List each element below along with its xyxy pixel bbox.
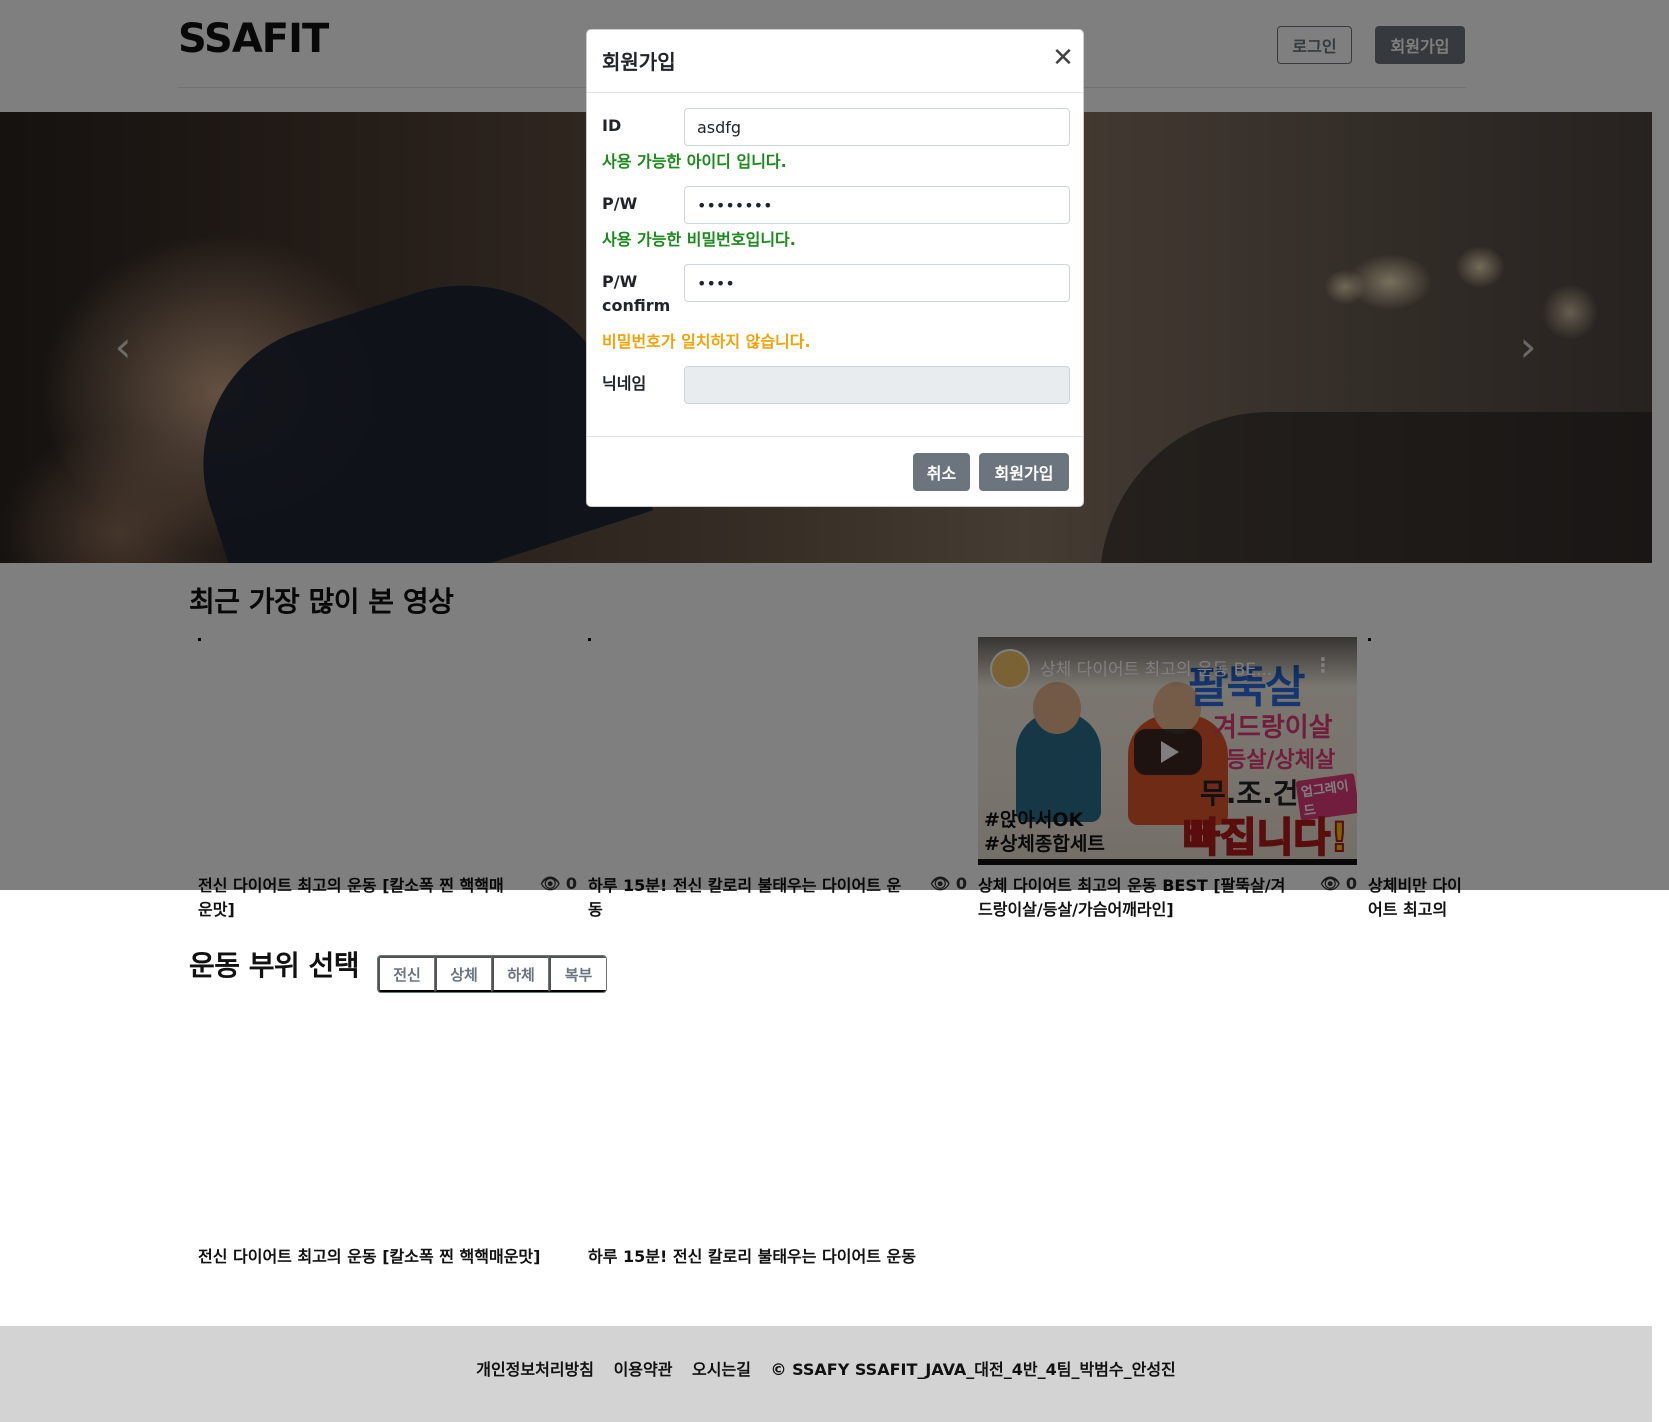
nickname-label: 닉네임 (602, 374, 647, 393)
password-input[interactable] (684, 186, 1070, 224)
id-valid-message: 사용 가능한 아이디 입니다. (602, 152, 787, 171)
password-valid-message: 사용 가능한 비밀번호입니다. (602, 230, 796, 249)
part-select-title: 운동 부위 선택 (189, 949, 360, 982)
modal-header: 회원가입 ✕ (587, 30, 1083, 93)
footer: 개인정보처리방침 이용약관 오시는길 © SSAFY SSAFIT_JAVA_대… (0, 1326, 1652, 1422)
part-tabs: 전신 상체 하체 복부 (377, 955, 607, 993)
tab-upper-body[interactable]: 상체 (435, 956, 492, 992)
video-card-title[interactable]: 하루 15분! 전신 칼로리 불태우는 다이어트 운동 (588, 1245, 964, 1269)
footer-terms-link[interactable]: 이용약관 (614, 1360, 673, 1379)
nickname-input[interactable] (684, 366, 1070, 404)
password-confirm-label: P/W confirm (602, 270, 670, 318)
video-card-title[interactable]: 전신 다이어트 최고의 운동 [칼소폭 찐 핵핵매운맛] (198, 1245, 546, 1269)
password-mismatch-message: 비밀번호가 일치하지 않습니다. (602, 332, 811, 351)
password-confirm-label-line2: confirm (602, 296, 671, 315)
modal-title: 회원가입 (602, 50, 676, 74)
signup-modal: 회원가입 ✕ ID 사용 가능한 아이디 입니다. P/W 사용 가능한 비밀번… (586, 29, 1084, 507)
tab-abdomen[interactable]: 복부 (549, 956, 606, 992)
cancel-button[interactable]: 취소 (913, 453, 970, 491)
id-input[interactable] (684, 108, 1070, 146)
password-confirm-label-line1: P/W (602, 272, 638, 291)
footer-copyright: © SSAFY SSAFIT_JAVA_대전_4반_4팀_박범수_안성진 (770, 1360, 1176, 1379)
modal-footer: 취소 회원가입 (587, 436, 1083, 508)
footer-privacy-link[interactable]: 개인정보처리방침 (476, 1360, 594, 1379)
password-label: P/W (602, 194, 638, 213)
tab-whole-body[interactable]: 전신 (378, 956, 435, 992)
submit-signup-button[interactable]: 회원가입 (979, 453, 1069, 491)
tab-lower-body[interactable]: 하체 (492, 956, 549, 992)
footer-links: 개인정보처리방침 이용약관 오시는길 © SSAFY SSAFIT_JAVA_대… (0, 1356, 1652, 1380)
page: SSAFIT 로그인 회원가입 ‹ › 최근 가장 많이 본 영상 팔뚝살 겨드… (0, 0, 1669, 1422)
id-label: ID (602, 116, 622, 135)
close-icon[interactable]: ✕ (1049, 44, 1077, 72)
password-confirm-input[interactable] (684, 264, 1070, 302)
footer-directions-link[interactable]: 오시는길 (692, 1360, 751, 1379)
